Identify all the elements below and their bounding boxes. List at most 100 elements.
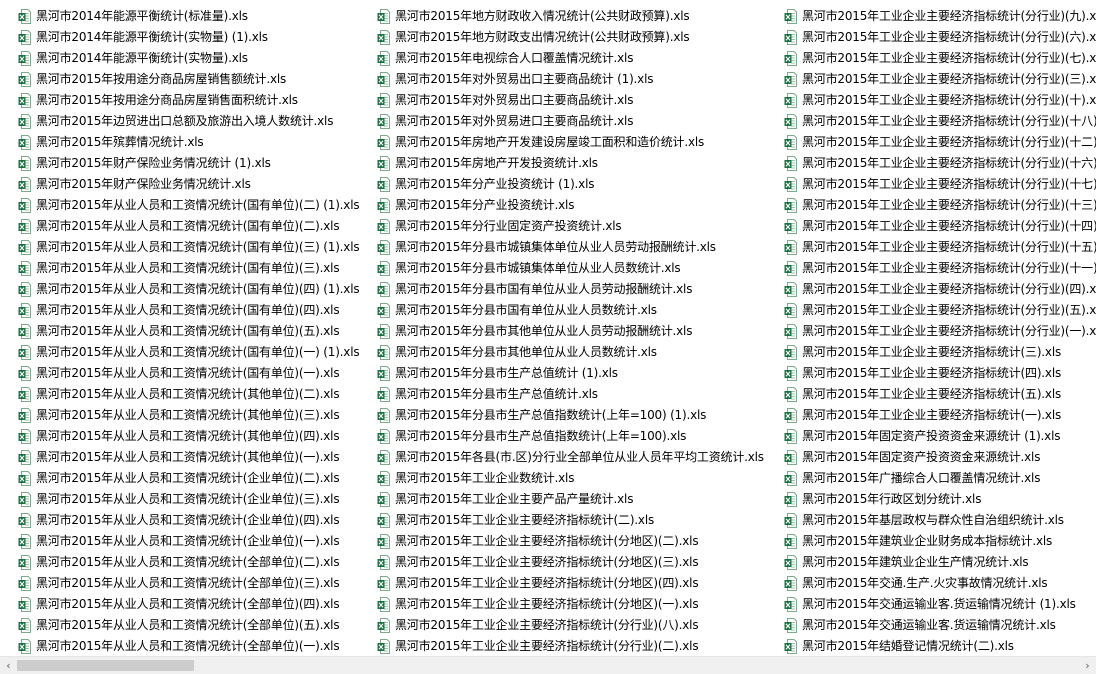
- file-item[interactable]: 黑河市2015年工业企业主要经济指标统计(分行业)(五).xls: [766, 300, 1096, 321]
- file-item[interactable]: 黑河市2015年工业企业主要经济指标统计(分地区)(一).xls: [359, 594, 766, 615]
- file-item[interactable]: 黑河市2015年从业人员和工资情况统计(国有单位)(四) (1).xls: [0, 279, 360, 300]
- file-item[interactable]: 黑河市2015年殡葬情况统计.xls: [0, 132, 359, 153]
- file-item[interactable]: 黑河市2015年建筑业企业生产情况统计.xls: [766, 552, 1096, 573]
- file-item[interactable]: 黑河市2015年工业企业主要经济指标统计(三).xls: [766, 342, 1096, 363]
- file-item[interactable]: 黑河市2015年分县市生产总值指数统计(上年=100).xls: [359, 426, 766, 447]
- file-item[interactable]: 黑河市2015年工业企业主要经济指标统计(分行业)(十一).xls: [766, 258, 1096, 279]
- file-item[interactable]: 黑河市2015年工业企业主要经济指标统计(分行业)(十三).xls: [766, 195, 1096, 216]
- file-item[interactable]: 黑河市2015年分县市城镇集体单位从业人员劳动报酬统计.xls: [359, 237, 766, 258]
- file-item[interactable]: 黑河市2015年工业企业主要经济指标统计(分行业)(一).xls: [766, 321, 1096, 342]
- file-item[interactable]: 黑河市2015年从业人员和工资情况统计(企业单位)(一).xls: [0, 531, 359, 552]
- file-item[interactable]: 黑河市2015年工业企业主要经济指标统计(分地区)(三).xls: [359, 552, 766, 573]
- file-item[interactable]: 黑河市2015年工业企业主要经济指标统计(分地区)(四).xls: [359, 573, 766, 594]
- file-item[interactable]: 黑河市2015年工业企业数统计.xls: [359, 468, 766, 489]
- file-item[interactable]: 黑河市2015年工业企业主要经济指标统计(分行业)(十二).xls: [766, 132, 1096, 153]
- file-item[interactable]: 黑河市2015年分县市城镇集体单位从业人员数统计.xls: [359, 258, 766, 279]
- file-item[interactable]: 黑河市2015年工业企业主要经济指标统计(分行业)(九).xls: [766, 6, 1096, 27]
- file-item[interactable]: 黑河市2015年分县市生产总值统计 (1).xls: [359, 363, 766, 384]
- excel-file-icon: [18, 324, 31, 339]
- file-item[interactable]: 黑河市2015年分县市国有单位从业人员劳动报酬统计.xls: [359, 279, 766, 300]
- file-item[interactable]: 黑河市2015年工业企业主要经济指标统计(分行业)(十四).xls: [766, 216, 1096, 237]
- file-item[interactable]: 黑河市2015年各县(市.区)分行业全部单位从业人员年平均工资统计.xls: [359, 447, 766, 468]
- file-item[interactable]: 黑河市2015年基层政权与群众性自治组织统计.xls: [766, 510, 1096, 531]
- file-item[interactable]: 黑河市2015年从业人员和工资情况统计(企业单位)(四).xls: [0, 510, 359, 531]
- file-item[interactable]: 黑河市2015年分产业投资统计.xls: [359, 195, 766, 216]
- file-item[interactable]: 黑河市2015年分县市其他单位从业人员劳动报酬统计.xls: [359, 321, 766, 342]
- file-name: 黑河市2015年分县市其他单位从业人员劳动报酬统计.xls: [395, 324, 693, 338]
- file-item[interactable]: 黑河市2015年工业企业主要经济指标统计(分行业)(十六).xls: [766, 153, 1096, 174]
- file-item[interactable]: 黑河市2014年能源平衡统计(实物量).xls: [0, 48, 359, 69]
- file-item[interactable]: 黑河市2015年工业企业主要经济指标统计(四).xls: [766, 363, 1096, 384]
- file-item[interactable]: 黑河市2015年固定资产投资资金来源统计 (1).xls: [766, 426, 1096, 447]
- file-item[interactable]: 黑河市2015年工业企业主要经济指标统计(一).xls: [766, 405, 1096, 426]
- file-item[interactable]: 黑河市2015年边贸进出口总额及旅游出入境人数统计.xls: [0, 111, 359, 132]
- file-item[interactable]: 黑河市2015年从业人员和工资情况统计(国有单位)(三) (1).xls: [0, 237, 360, 258]
- file-item[interactable]: 黑河市2015年结婚登记情况统计(二).xls: [766, 636, 1096, 656]
- file-item[interactable]: 黑河市2015年从业人员和工资情况统计(全部单位)(四).xls: [0, 594, 359, 615]
- scroll-right-arrow-icon[interactable]: ›: [1079, 657, 1096, 674]
- file-item[interactable]: 黑河市2014年能源平衡统计(标准量).xls: [0, 6, 359, 27]
- file-item[interactable]: 黑河市2015年从业人员和工资情况统计(全部单位)(三).xls: [0, 573, 359, 594]
- file-item[interactable]: 黑河市2015年工业企业主要经济指标统计(分行业)(十八).xls: [766, 111, 1096, 132]
- file-item[interactable]: 黑河市2015年从业人员和工资情况统计(国有单位)(一) (1).xls: [0, 342, 360, 363]
- file-item[interactable]: 黑河市2015年分产业投资统计 (1).xls: [359, 174, 766, 195]
- file-item[interactable]: 黑河市2015年工业企业主要经济指标统计(分行业)(十七).xls: [766, 174, 1096, 195]
- file-item[interactable]: 黑河市2015年从业人员和工资情况统计(其他单位)(一).xls: [0, 447, 359, 468]
- file-item[interactable]: 黑河市2015年从业人员和工资情况统计(其他单位)(三).xls: [0, 405, 359, 426]
- file-item[interactable]: 黑河市2015年电视综合人口覆盖情况统计.xls: [359, 48, 766, 69]
- file-item[interactable]: 黑河市2015年按用途分商品房屋销售额统计.xls: [0, 69, 359, 90]
- scroll-left-arrow-icon[interactable]: ‹: [0, 657, 17, 674]
- file-item[interactable]: 黑河市2015年工业企业主要经济指标统计(分行业)(七).xls: [766, 48, 1096, 69]
- file-item[interactable]: 黑河市2015年从业人员和工资情况统计(国有单位)(三).xls: [0, 258, 359, 279]
- file-item[interactable]: 黑河市2015年对外贸易出口主要商品统计 (1).xls: [359, 69, 766, 90]
- file-item[interactable]: 黑河市2015年工业企业主要经济指标统计(分行业)(二).xls: [359, 636, 766, 656]
- file-item[interactable]: 黑河市2015年工业企业主要经济指标统计(分地区)(二).xls: [359, 531, 766, 552]
- file-item[interactable]: 黑河市2015年从业人员和工资情况统计(其他单位)(二).xls: [0, 384, 359, 405]
- file-item[interactable]: 黑河市2015年财产保险业务情况统计.xls: [0, 174, 359, 195]
- file-item[interactable]: 黑河市2015年工业企业主要经济指标统计(五).xls: [766, 384, 1096, 405]
- file-item[interactable]: 黑河市2015年分县市生产总值指数统计(上年=100) (1).xls: [359, 405, 766, 426]
- file-item[interactable]: 黑河市2015年分县市生产总值统计.xls: [359, 384, 766, 405]
- file-item[interactable]: 黑河市2015年房地产开发投资统计.xls: [359, 153, 766, 174]
- file-item[interactable]: 黑河市2015年从业人员和工资情况统计(国有单位)(二).xls: [0, 216, 359, 237]
- file-item[interactable]: 黑河市2015年交通运输业客.货运输情况统计 (1).xls: [766, 594, 1096, 615]
- file-item[interactable]: 黑河市2015年工业企业主要经济指标统计(分行业)(八).xls: [359, 615, 766, 636]
- file-item[interactable]: 黑河市2015年从业人员和工资情况统计(国有单位)(四).xls: [0, 300, 359, 321]
- file-item[interactable]: 黑河市2015年工业企业主要经济指标统计(分行业)(四).xls: [766, 279, 1096, 300]
- horizontal-scrollbar[interactable]: ‹ ›: [0, 656, 1096, 674]
- file-item[interactable]: 黑河市2015年对外贸易进口主要商品统计.xls: [359, 111, 766, 132]
- file-item[interactable]: 黑河市2015年工业企业主要经济指标统计(二).xls: [359, 510, 766, 531]
- file-item[interactable]: 黑河市2015年从业人员和工资情况统计(国有单位)(五).xls: [0, 321, 359, 342]
- file-item[interactable]: 黑河市2015年工业企业主要经济指标统计(分行业)(三).xls: [766, 69, 1096, 90]
- file-item[interactable]: 黑河市2015年从业人员和工资情况统计(全部单位)(一).xls: [0, 636, 359, 656]
- file-item[interactable]: 黑河市2015年工业企业主要产品产量统计.xls: [359, 489, 766, 510]
- file-item[interactable]: 黑河市2015年广播综合人口覆盖情况统计.xls: [766, 468, 1096, 489]
- file-item[interactable]: 黑河市2015年工业企业主要经济指标统计(分行业)(十五).xls: [766, 237, 1096, 258]
- file-item[interactable]: 黑河市2015年对外贸易出口主要商品统计.xls: [359, 90, 766, 111]
- scrollbar-thumb[interactable]: [17, 660, 194, 671]
- file-item[interactable]: 黑河市2015年财产保险业务情况统计 (1).xls: [0, 153, 359, 174]
- file-item[interactable]: 黑河市2015年分县市国有单位从业人员数统计.xls: [359, 300, 766, 321]
- file-item[interactable]: 黑河市2015年从业人员和工资情况统计(国有单位)(二) (1).xls: [0, 195, 360, 216]
- file-item[interactable]: 黑河市2015年分县市其他单位从业人员数统计.xls: [359, 342, 766, 363]
- file-item[interactable]: 黑河市2014年能源平衡统计(实物量) (1).xls: [0, 27, 359, 48]
- file-item[interactable]: 黑河市2015年行政区划分统计.xls: [766, 489, 1096, 510]
- file-item[interactable]: 黑河市2015年按用途分商品房屋销售面积统计.xls: [0, 90, 359, 111]
- file-item[interactable]: 黑河市2015年工业企业主要经济指标统计(分行业)(六).xls: [766, 27, 1096, 48]
- file-item[interactable]: 黑河市2015年从业人员和工资情况统计(全部单位)(二).xls: [0, 552, 359, 573]
- file-item[interactable]: 黑河市2015年从业人员和工资情况统计(企业单位)(二).xls: [0, 468, 359, 489]
- file-item[interactable]: 黑河市2015年交通运输业客.货运输情况统计.xls: [766, 615, 1096, 636]
- excel-file-icon: [18, 30, 31, 45]
- file-item[interactable]: 黑河市2015年从业人员和工资情况统计(其他单位)(四).xls: [0, 426, 359, 447]
- file-item[interactable]: 黑河市2015年分行业固定资产投资统计.xls: [359, 216, 766, 237]
- file-item[interactable]: 黑河市2015年建筑业企业财务成本指标统计.xls: [766, 531, 1096, 552]
- file-item[interactable]: 黑河市2015年从业人员和工资情况统计(企业单位)(三).xls: [0, 489, 359, 510]
- file-item[interactable]: 黑河市2015年从业人员和工资情况统计(国有单位)(一).xls: [0, 363, 359, 384]
- file-item[interactable]: 黑河市2015年固定资产投资资金来源统计.xls: [766, 447, 1096, 468]
- file-item[interactable]: 黑河市2015年工业企业主要经济指标统计(分行业)(十).xls: [766, 90, 1096, 111]
- file-item[interactable]: 黑河市2015年交通.生产.火灾事故情况统计.xls: [766, 573, 1096, 594]
- file-item[interactable]: 黑河市2015年房地产开发建设房屋竣工面积和造价统计.xls: [359, 132, 766, 153]
- file-item[interactable]: 黑河市2015年地方财政支出情况统计(公共财政预算).xls: [359, 27, 766, 48]
- file-item[interactable]: 黑河市2015年从业人员和工资情况统计(全部单位)(五).xls: [0, 615, 359, 636]
- file-item[interactable]: 黑河市2015年地方财政收入情况统计(公共财政预算).xls: [359, 6, 766, 27]
